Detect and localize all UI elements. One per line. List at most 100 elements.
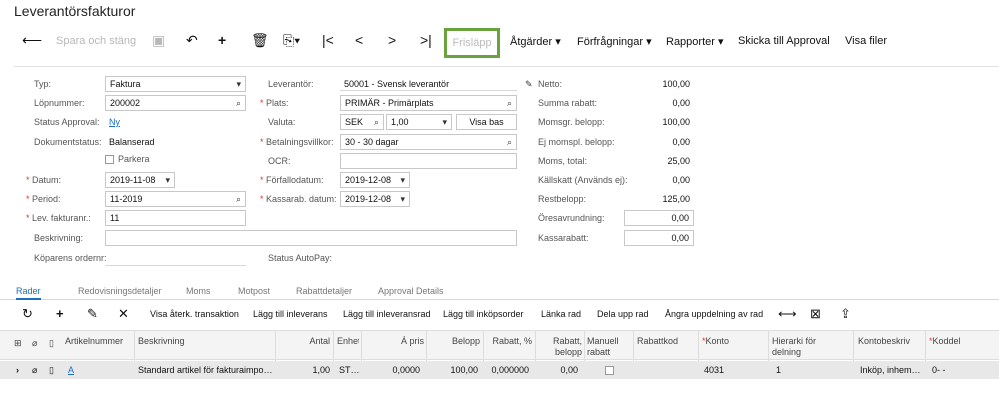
typ-select[interactable]: Faktura ▾ — [105, 76, 246, 92]
fit-columns-icon[interactable]: ⟷ — [778, 306, 797, 322]
save-and-close-button[interactable]: Spara och stäng — [56, 35, 136, 47]
search-icon: ⌕ — [373, 117, 379, 127]
tab-redovisningsdetaljer[interactable]: Redovisningsdetaljer — [78, 286, 162, 296]
row-manuell-rabatt-checkbox[interactable] — [605, 366, 614, 375]
row-hierarki[interactable]: 1 — [776, 365, 781, 375]
ocr-field[interactable] — [340, 153, 517, 169]
status-approval-value[interactable]: Ny — [109, 117, 120, 127]
chevron-down-icon: ▾ — [400, 194, 405, 204]
col-konto[interactable]: *Konto — [702, 336, 729, 347]
upload-icon[interactable]: ⇪ — [840, 306, 851, 322]
datum-field[interactable]: 2019-11-08 ▾ — [105, 172, 175, 188]
row-koddel[interactable]: 0- - — [932, 365, 946, 375]
period-field[interactable]: 11-2019 ⌕ — [105, 191, 246, 207]
last-record-icon[interactable]: >| — [420, 32, 432, 48]
valuta-rate-field[interactable]: 1,00 ▾ — [386, 114, 452, 130]
row-enhet[interactable]: ST… — [339, 365, 360, 375]
grid-settings-icon[interactable]: ⊞ — [14, 338, 22, 349]
table-row[interactable]: › ⌀ ▯ A Standard artikel för fakturaimpo… — [0, 361, 999, 379]
restbelopp-label: Restbelopp: — [538, 194, 587, 204]
skicka-till-approval-button[interactable]: Skicka till Approval — [738, 35, 830, 47]
row-kontobeskriv[interactable]: Inköp, inhem… — [860, 365, 921, 375]
chevron-down-icon: ▾ — [165, 175, 170, 185]
col-rabattkod[interactable]: Rabattkod — [637, 336, 678, 347]
col-hierarki-for-delning[interactable]: Hierarki för delning — [772, 336, 842, 358]
oresavrundning-label: Öresavrundning: — [538, 213, 605, 223]
col-belopp[interactable]: Belopp — [430, 336, 480, 347]
leverantor-value[interactable]: 50001 - Svensk leverantör — [344, 79, 449, 89]
plus-icon[interactable]: + — [56, 306, 64, 321]
visa-aterk-transaktion-button[interactable]: Visa återk. transaktion — [150, 309, 239, 319]
export-excel-icon[interactable]: ⊠ — [810, 306, 821, 322]
row-rabatt-belopp[interactable]: 0,00 — [538, 365, 578, 375]
col-a-pris[interactable]: Á pris — [364, 336, 424, 347]
dela-upp-rad-button[interactable]: Dela upp rad — [597, 309, 649, 319]
save-icon[interactable]: ▣ — [152, 32, 165, 49]
edit-icon[interactable]: ✎ — [87, 306, 98, 322]
close-icon[interactable]: ✕ — [118, 306, 129, 322]
refresh-icon[interactable]: ↻ — [22, 306, 33, 322]
ej-momspl-belopp-value: 0,00 — [672, 137, 690, 147]
col-manuell-rabatt[interactable]: Manuell rabatt — [587, 336, 631, 358]
atgarder-menu[interactable]: Åtgärder ▾ — [510, 35, 561, 48]
row-selector-icon[interactable]: › — [16, 365, 19, 375]
row-konto[interactable]: 4031 — [704, 365, 724, 375]
undo-icon[interactable]: ↶ — [186, 32, 198, 49]
forfragningar-menu[interactable]: Förfrågningar ▾ — [577, 35, 652, 48]
trash-icon[interactable]: 🗑 — [251, 32, 269, 49]
lagg-till-inleveransrad-button[interactable]: Lägg till inleveransrad — [343, 309, 431, 319]
search-icon: ⌕ — [235, 98, 241, 108]
arrow-left-icon[interactable]: ⟵ — [22, 32, 42, 49]
lev-fakturanr-field[interactable]: 11 — [105, 210, 246, 226]
lopnummer-field[interactable]: 200002 ⌕ — [105, 95, 246, 111]
next-record-icon[interactable]: > — [388, 32, 396, 48]
kassarab-datum-field[interactable]: 2019-12-08 ▾ — [340, 191, 410, 207]
row-antal[interactable]: 1,00 — [278, 365, 330, 375]
tab-motpost[interactable]: Motpost — [238, 286, 270, 296]
betalningsvillkor-field[interactable]: 30 - 30 dagar ⌕ — [340, 134, 517, 150]
attachment-icon[interactable]: ⌀ — [32, 365, 37, 376]
col-enhet[interactable]: Enhet — [337, 336, 359, 347]
lagg-till-inleverans-button[interactable]: Lägg till inleverans — [253, 309, 328, 319]
frislapp-button[interactable]: Frisläpp — [444, 28, 500, 58]
kassarabatt-field[interactable]: 0,00 — [624, 230, 694, 246]
plats-field[interactable]: PRIMÄR - Primärplats ⌕ — [340, 95, 517, 111]
col-rabatt-belopp[interactable]: Rabatt, belopp — [538, 336, 582, 358]
col-rabatt-pct[interactable]: Rabatt, % — [487, 336, 532, 347]
visa-filer-button[interactable]: Visa filer — [845, 35, 887, 47]
first-record-icon[interactable]: |< — [322, 32, 334, 48]
row-artikelnummer[interactable]: A — [68, 365, 74, 375]
angra-uppdelning-button[interactable]: Ångra uppdelning av rad — [665, 309, 763, 319]
col-antal[interactable]: Antal — [278, 336, 330, 347]
tab-rabattdetaljer[interactable]: Rabattdetaljer — [296, 286, 352, 296]
lagg-till-inkopsorder-button[interactable]: Lägg till inköpsorder — [443, 309, 524, 319]
previous-record-icon[interactable]: < — [355, 32, 363, 48]
tab-moms[interactable]: Moms — [186, 286, 211, 296]
note-icon[interactable]: ▯ — [49, 365, 54, 376]
row-a-pris[interactable]: 0,0000 — [364, 365, 420, 375]
forfallodatum-field[interactable]: 2019-12-08 ▾ — [340, 172, 410, 188]
pencil-icon[interactable]: ✎ — [525, 79, 533, 90]
copy-paste-icon[interactable]: ⎘▾ — [283, 32, 300, 49]
valuta-field[interactable]: SEK ⌕ — [340, 114, 384, 130]
row-beskrivning[interactable]: Standard artikel för fakturaimpo… — [138, 365, 273, 375]
col-kontobeskriv[interactable]: Kontobeskriv — [858, 336, 910, 347]
plus-icon[interactable]: + — [218, 32, 226, 48]
oresavrundning-field[interactable]: 0,00 — [624, 210, 694, 226]
visa-bas-button[interactable]: Visa bas — [456, 114, 517, 130]
rapporter-menu[interactable]: Rapporter ▾ — [666, 35, 724, 48]
tab-rader[interactable]: Rader — [16, 286, 41, 300]
row-rabatt-pct[interactable]: 0,000000 — [487, 365, 529, 375]
tab-approval-details[interactable]: Approval Details — [378, 286, 444, 296]
parkera-checkbox[interactable] — [105, 155, 114, 164]
kopares-ordernr-field[interactable] — [105, 265, 246, 266]
valuta-label: Valuta: — [268, 117, 296, 127]
col-koddel[interactable]: *Koddel — [929, 336, 961, 347]
chevron-down-icon: ▾ — [400, 175, 405, 185]
col-artikelnummer[interactable]: Artikelnummer — [65, 336, 133, 347]
beskrivning-field[interactable] — [105, 230, 517, 246]
lanka-rad-button[interactable]: Länka rad — [541, 309, 581, 319]
grid-header: ⊞ ⌀ ▯ Artikelnummer Beskrivning Antal En… — [0, 330, 999, 361]
col-beskrivning[interactable]: Beskrivning — [138, 336, 185, 347]
row-belopp[interactable]: 100,00 — [430, 365, 478, 375]
